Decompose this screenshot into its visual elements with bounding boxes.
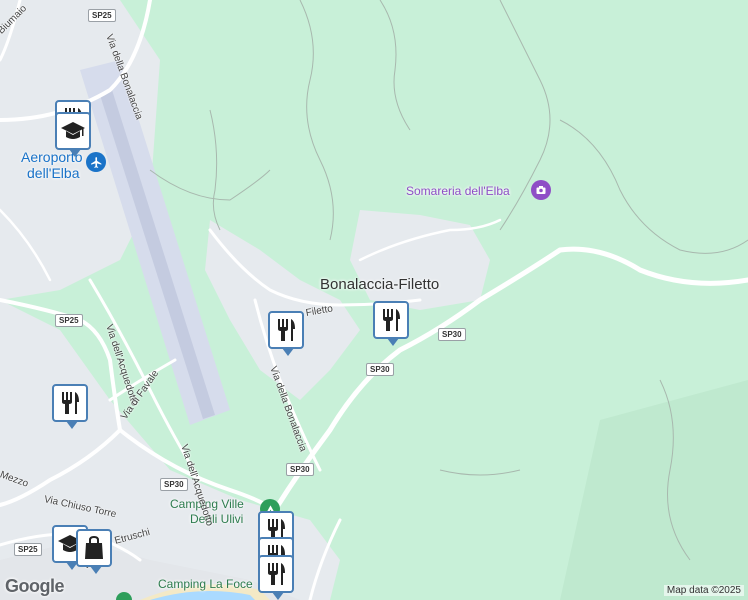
camping-la-foce-label[interactable]: Camping La Foce: [158, 578, 253, 590]
google-logo[interactable]: Google: [5, 576, 65, 597]
town-label: Bonalaccia-Filetto: [320, 276, 440, 293]
restaurant-marker[interactable]: [268, 311, 304, 356]
restaurant-marker[interactable]: [373, 301, 409, 346]
camping-ville-label-line2[interactable]: Degli Ulivi: [190, 513, 243, 525]
school-icon: [61, 122, 85, 139]
airport-icon[interactable]: [86, 152, 106, 172]
road-shield-sp25: SP25: [88, 9, 116, 22]
somareria-label[interactable]: Somareria dell'Elba: [406, 185, 510, 197]
map-canvas[interactable]: Bonalaccia-Filetto Aeroporto dell'Elba S…: [0, 0, 748, 600]
restaurant-marker[interactable]: [52, 384, 88, 429]
camera-icon[interactable]: [531, 180, 551, 200]
restaurant-marker[interactable]: [258, 555, 294, 600]
map-data-attribution[interactable]: Map data ©2025: [663, 585, 744, 596]
airport-label-line2[interactable]: dell'Elba: [27, 166, 80, 180]
road-shield-sp25: SP25: [55, 314, 83, 327]
restaurant-icon: [268, 563, 285, 585]
restaurant-icon: [62, 392, 79, 414]
road-shield-sp25: SP25: [14, 543, 42, 556]
road-shield-sp30: SP30: [366, 363, 394, 376]
shopping-marker[interactable]: [76, 529, 112, 574]
school-marker[interactable]: [55, 112, 91, 157]
road-shield-sp30: SP30: [286, 463, 314, 476]
road-shield-sp30: SP30: [438, 328, 466, 341]
road-shield-sp30: SP30: [160, 478, 188, 491]
restaurant-icon: [278, 319, 295, 341]
shopping-bag-icon: [85, 535, 103, 559]
restaurant-icon: [383, 309, 400, 331]
